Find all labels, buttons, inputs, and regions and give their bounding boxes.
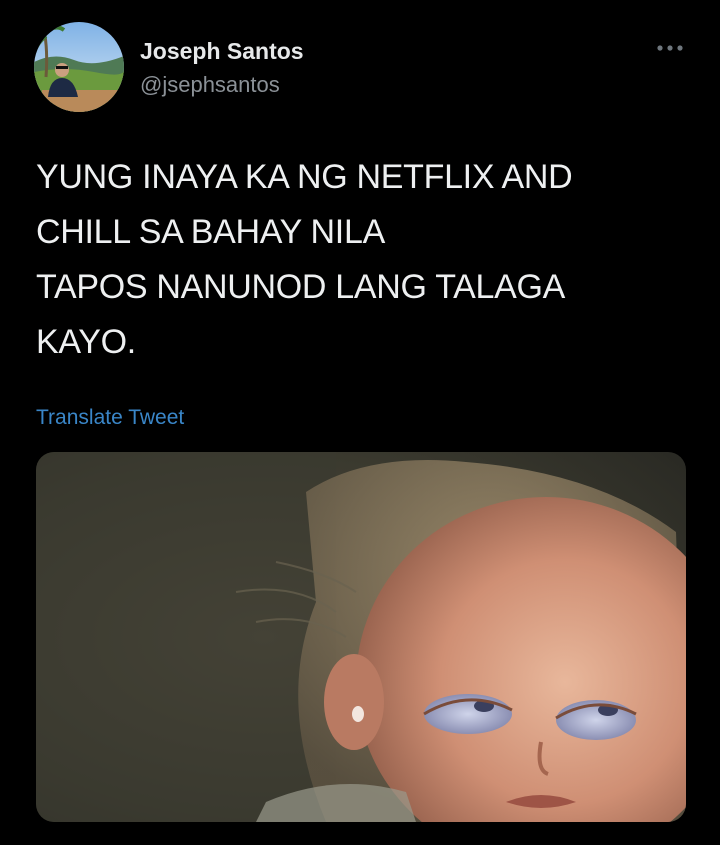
more-options-button[interactable] — [650, 36, 690, 60]
translate-tweet-link[interactable]: Translate Tweet — [36, 406, 184, 430]
more-horizontal-icon — [657, 45, 683, 51]
doll-photo — [36, 452, 686, 822]
tweet-text-line: YUNG INAYA KA NG NETFLIX AND — [36, 158, 573, 196]
tweet-text-line: KAYO. — [36, 323, 136, 361]
avatar-photo — [34, 22, 124, 112]
tweet-image[interactable] — [36, 452, 686, 822]
author-display-name[interactable]: Joseph Santos — [140, 38, 304, 65]
tweet-text: YUNG INAYA KA NG NETFLIX AND CHILL SA BA… — [36, 150, 676, 370]
tweet-card: Joseph Santos @jsephsantos YUNG INAYA KA… — [0, 0, 720, 845]
author-handle[interactable]: @jsephsantos — [140, 72, 280, 98]
avatar[interactable] — [34, 22, 124, 112]
tweet-text-line: CHILL SA BAHAY NILA — [36, 213, 385, 251]
tweet-text-line: TAPOS NANUNOD LANG TALAGA — [36, 268, 566, 306]
